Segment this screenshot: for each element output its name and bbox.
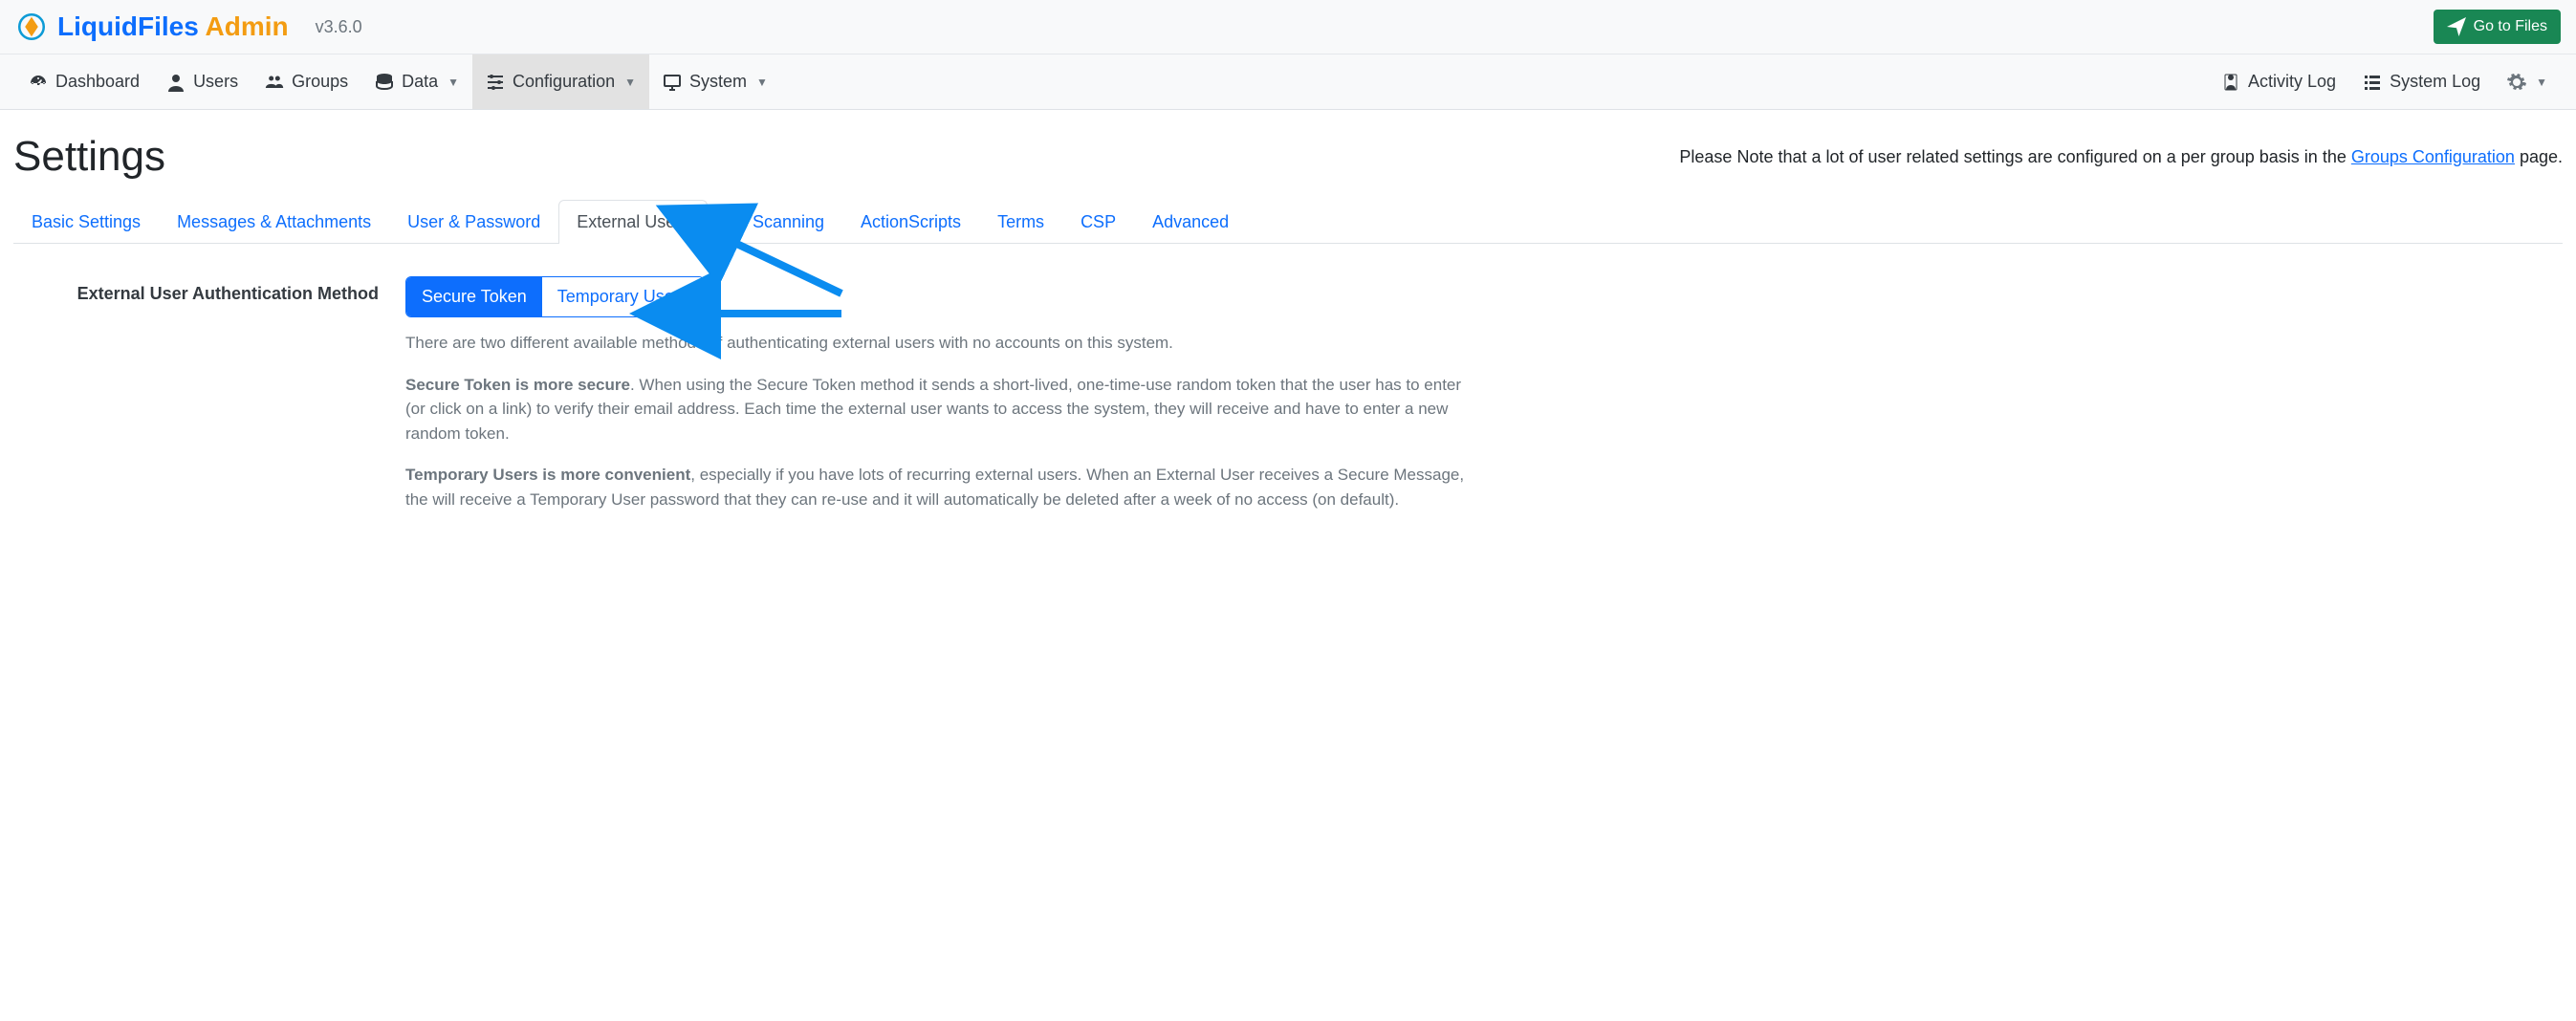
page-note: Please Note that a lot of user related s…	[1679, 147, 2563, 167]
main-navbar: Dashboard Users Groups Data ▼ Configurat…	[0, 54, 2576, 110]
auth-desc-temp: Temporary Users is more convenient, espe…	[405, 463, 1476, 511]
brand: LiquidFiles Admin v3.6.0	[15, 11, 362, 43]
gear-icon	[2507, 73, 2526, 92]
sliders-icon	[486, 73, 505, 92]
go-to-files-button[interactable]: Go to Files	[2434, 10, 2561, 44]
tab-advanced[interactable]: Advanced	[1134, 200, 1247, 244]
tab-actionscripts[interactable]: ActionScripts	[842, 200, 979, 244]
dashboard-icon	[29, 73, 48, 92]
nav-configuration-label: Configuration	[513, 72, 615, 92]
nav-system-label: System	[689, 72, 747, 92]
groups-configuration-link[interactable]: Groups Configuration	[2351, 147, 2515, 166]
tab-user-password[interactable]: User & Password	[389, 200, 558, 244]
nav-data-label: Data	[402, 72, 438, 92]
settings-tabs: Basic Settings Messages & Attachments Us…	[13, 200, 2563, 244]
caret-down-icon: ▼	[756, 76, 768, 89]
nav-syslog-label: System Log	[2390, 72, 2480, 92]
page-title: Settings	[13, 133, 165, 181]
caret-down-icon: ▼	[2536, 76, 2547, 89]
page-note-pre: Please Note that a lot of user related s…	[1679, 147, 2350, 166]
users-icon	[265, 73, 284, 92]
nav-dashboard[interactable]: Dashboard	[15, 54, 153, 109]
brand-version: v3.6.0	[316, 17, 362, 37]
database-icon	[375, 73, 394, 92]
auth-method-segmented: Secure Token Temporary Users	[405, 276, 705, 317]
auth-desc-intro: There are two different available method…	[405, 331, 1476, 356]
nav-groups-label: Groups	[292, 72, 348, 92]
nav-system-log[interactable]: System Log	[2349, 54, 2494, 109]
temporary-users-button[interactable]: Temporary Users	[542, 277, 704, 316]
user-icon	[166, 73, 186, 92]
brand-admin: Admin	[199, 11, 289, 41]
page-note-post: page.	[2515, 147, 2563, 166]
nav-users-label: Users	[193, 72, 238, 92]
list-icon	[2363, 73, 2382, 92]
nav-activity-label: Activity Log	[2248, 72, 2336, 92]
top-bar: LiquidFiles Admin v3.6.0 Go to Files	[0, 0, 2576, 54]
auth-desc-secure: Secure Token is more secure. When using …	[405, 373, 1476, 446]
brand-liquid: LiquidFiles	[57, 11, 199, 41]
page-content: Settings Please Note that a lot of user …	[0, 110, 2576, 567]
tab-terms[interactable]: Terms	[979, 200, 1062, 244]
caret-down-icon: ▼	[624, 76, 636, 89]
location-arrow-icon	[2447, 17, 2466, 36]
nav-groups[interactable]: Groups	[251, 54, 361, 109]
go-to-files-label: Go to Files	[2474, 18, 2547, 35]
nav-data[interactable]: Data ▼	[361, 54, 472, 109]
secure-token-button[interactable]: Secure Token	[406, 277, 542, 316]
nav-system[interactable]: System ▼	[649, 54, 781, 109]
nav-activity-log[interactable]: Activity Log	[2208, 54, 2349, 109]
nav-configuration[interactable]: Configuration ▼	[472, 54, 649, 109]
caret-down-icon: ▼	[448, 76, 459, 89]
tab-messages-attachments[interactable]: Messages & Attachments	[159, 200, 389, 244]
auth-method-row: External User Authentication Method Secu…	[13, 276, 2563, 529]
desktop-icon	[663, 73, 682, 92]
tab-csp[interactable]: CSP	[1062, 200, 1134, 244]
auth-desc-temp-strong: Temporary Users is more convenient	[405, 466, 690, 484]
nav-users[interactable]: Users	[153, 54, 251, 109]
auth-desc-secure-strong: Secure Token is more secure	[405, 376, 630, 394]
nav-dashboard-label: Dashboard	[55, 72, 140, 92]
tab-external-users[interactable]: External Users	[558, 200, 708, 244]
brand-text: LiquidFiles Admin	[57, 11, 289, 42]
tab-basic-settings[interactable]: Basic Settings	[13, 200, 159, 244]
clipboard-user-icon	[2221, 73, 2240, 92]
auth-method-label: External User Authentication Method	[42, 276, 379, 529]
tab-av-scanning[interactable]: AV Scanning	[708, 200, 842, 244]
nav-settings-gear[interactable]: ▼	[2494, 54, 2561, 109]
brand-logo-icon	[15, 11, 48, 43]
